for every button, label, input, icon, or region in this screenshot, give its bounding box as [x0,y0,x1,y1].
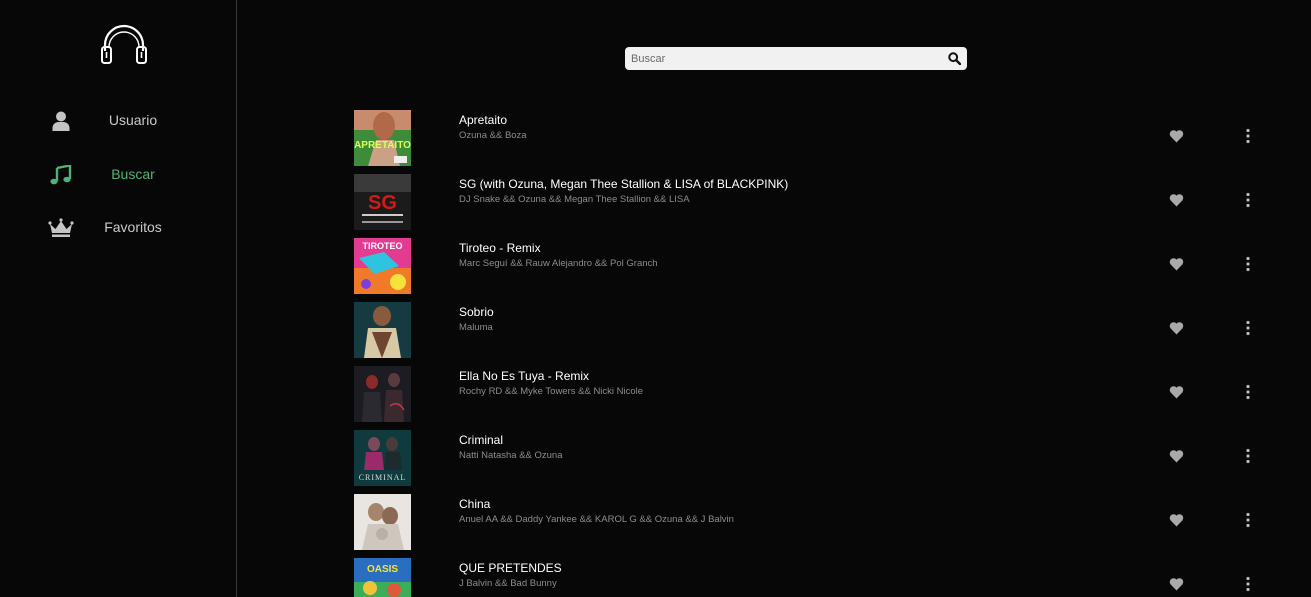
heart-icon[interactable] [1169,193,1184,207]
heart-icon[interactable] [1169,129,1184,143]
track-title[interactable]: QUE PRETENDES [459,561,562,575]
more-options-icon[interactable] [1243,576,1253,592]
sidebar-item-usuario[interactable]: Usuario [0,100,236,140]
cover-text: APRETAITO [354,140,411,151]
track-row[interactable]: China Anuel AA && Daddy Yankee && KAROL … [354,494,1274,552]
track-row[interactable]: Sobrio Maluma [354,302,1274,360]
heart-icon[interactable] [1169,321,1184,335]
album-cover: TIROTEO [354,238,411,294]
track-artists[interactable]: Ozuna && Boza [459,130,527,141]
album-cover [354,494,411,550]
track-title[interactable]: Tiroteo - Remix [459,241,541,255]
track-row[interactable]: OASIS QUE PRETENDES J Balvin && Bad Bunn… [354,558,1274,597]
sidebar: Usuario Buscar Favoritos [0,0,237,597]
user-icon [46,110,76,132]
track-artists[interactable]: Maluma [459,322,493,333]
cover-text: TIROTEO [363,241,403,251]
headphones-icon [101,24,147,64]
more-options-icon[interactable] [1243,384,1253,400]
heart-icon[interactable] [1169,513,1184,527]
album-cover: OASIS [354,558,411,597]
heart-icon[interactable] [1169,257,1184,271]
more-options-icon[interactable] [1243,256,1253,272]
cover-text: OASIS [367,564,398,575]
sidebar-item-buscar[interactable]: Buscar [0,154,236,194]
track-artists[interactable]: Rochy RD && Myke Towers && Nicki Nicole [459,386,643,397]
more-options-icon[interactable] [1243,320,1253,336]
track-artists[interactable]: Anuel AA && Daddy Yankee && KAROL G && O… [459,514,734,525]
track-artists[interactable]: Marc Seguí && Rauw Alejandro && Pol Gran… [459,258,658,269]
search-icon[interactable] [948,52,961,65]
track-row[interactable]: APRETAITO Apretaito Ozuna && Boza [354,110,1274,168]
sidebar-item-label: Usuario [108,112,158,128]
track-row[interactable]: TIROTEO Tiroteo - Remix Marc Seguí && Ra… [354,238,1274,296]
more-options-icon[interactable] [1243,128,1253,144]
track-title[interactable]: Sobrio [459,305,494,319]
album-cover [354,302,411,358]
sidebar-item-label: Buscar [111,166,155,182]
crown-icon [46,217,76,239]
track-row[interactable]: Ella No Es Tuya - Remix Rochy RD && Myke… [354,366,1274,424]
album-cover: CRIMINAL [354,430,411,486]
search-bar [625,47,967,70]
more-options-icon[interactable] [1243,512,1253,528]
sidebar-item-label: Favoritos [104,219,162,235]
more-options-icon[interactable] [1243,192,1253,208]
more-options-icon[interactable] [1243,448,1253,464]
track-title[interactable]: SG (with Ozuna, Megan Thee Stallion & LI… [459,177,788,191]
search-input[interactable] [631,47,941,70]
track-artists[interactable]: J Balvin && Bad Bunny [459,578,557,589]
music-note-icon [46,164,76,186]
cover-text: SG [368,192,397,214]
album-cover [354,366,411,422]
album-cover: SG [354,174,411,230]
sidebar-item-favoritos[interactable]: Favoritos [0,207,236,247]
track-row[interactable]: SG SG (with Ozuna, Megan Thee Stallion &… [354,174,1274,232]
track-artists[interactable]: DJ Snake && Ozuna && Megan Thee Stallion… [459,194,690,205]
cover-text: CRIMINAL [359,473,407,482]
track-title[interactable]: China [459,497,490,511]
album-cover: APRETAITO [354,110,411,166]
track-artists[interactable]: Natti Natasha && Ozuna [459,450,563,461]
track-title[interactable]: Criminal [459,433,503,447]
track-row[interactable]: CRIMINAL Criminal Natti Natasha && Ozuna [354,430,1274,488]
track-title[interactable]: Apretaito [459,113,507,127]
app-window: Usuario Buscar Favoritos Buscar APRETAIT… [0,0,1311,597]
heart-icon[interactable] [1169,385,1184,399]
heart-icon[interactable] [1169,577,1184,591]
heart-icon[interactable] [1169,449,1184,463]
track-title[interactable]: Ella No Es Tuya - Remix [459,369,589,383]
